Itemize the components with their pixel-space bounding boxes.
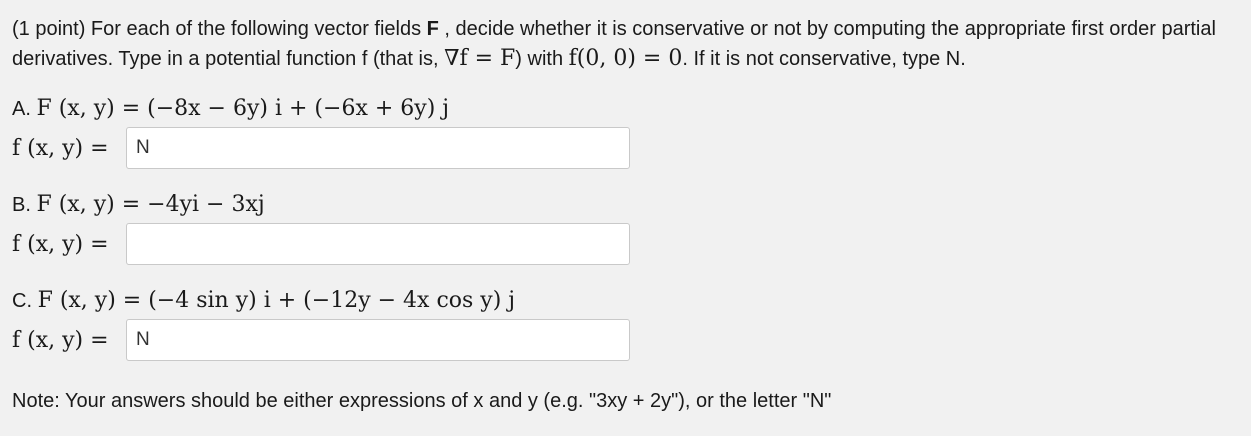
problem-statement: (1 point) For each of the following vect… bbox=[12, 14, 1237, 74]
part-a: A. F (x, y) = (−8x − 6y) i + (−6x + 6y) … bbox=[12, 94, 630, 170]
part-c-field-expression: F (x, y) = (−4 sin y) i + (−12y − 4x cos… bbox=[37, 288, 516, 313]
intro-text-1: For each of the following vector fields bbox=[85, 18, 427, 40]
part-b-answer-input[interactable] bbox=[126, 223, 630, 265]
part-c-answer-input[interactable] bbox=[126, 319, 630, 361]
gradient-equation: ∇f = F bbox=[444, 46, 516, 71]
intro-text-4: . If it is not conservative, type N. bbox=[682, 48, 966, 70]
field-symbol: F bbox=[426, 18, 439, 40]
part-a-field-expression: F (x, y) = (−8x − 6y) i + (−6x + 6y) j bbox=[36, 96, 450, 121]
part-c-letter: C. bbox=[12, 290, 32, 312]
part-b: B. F (x, y) = −4yi − 3xj f (x, y) = bbox=[12, 190, 630, 266]
problem-container: (1 point) For each of the following vect… bbox=[12, 14, 1237, 412]
part-a-answer-input[interactable] bbox=[126, 127, 630, 169]
part-c-f-label: f (x, y) = bbox=[12, 327, 109, 353]
part-b-letter: B. bbox=[12, 194, 31, 216]
part-a-f-label: f (x, y) = bbox=[12, 135, 109, 161]
part-a-answer-row: f (x, y) = bbox=[12, 126, 630, 170]
part-b-answer-row: f (x, y) = bbox=[12, 222, 630, 266]
part-b-f-label: f (x, y) = bbox=[12, 231, 109, 257]
initial-condition: f(0, 0) = 0 bbox=[568, 46, 683, 71]
points-label: (1 point) bbox=[12, 18, 86, 40]
part-c-answer-row: f (x, y) = bbox=[12, 318, 630, 362]
part-b-field-expression: F (x, y) = −4yi − 3xj bbox=[36, 192, 265, 217]
intro-text-3: ) with bbox=[515, 48, 569, 70]
part-c-field: C. F (x, y) = (−4 sin y) i + (−12y − 4x … bbox=[12, 286, 630, 316]
answer-format-note: Note: Your answers should be either expr… bbox=[12, 390, 832, 412]
part-b-field: B. F (x, y) = −4yi − 3xj bbox=[12, 190, 630, 220]
part-a-field: A. F (x, y) = (−8x − 6y) i + (−6x + 6y) … bbox=[12, 94, 630, 124]
part-a-letter: A. bbox=[12, 98, 31, 120]
part-c: C. F (x, y) = (−4 sin y) i + (−12y − 4x … bbox=[12, 286, 630, 362]
